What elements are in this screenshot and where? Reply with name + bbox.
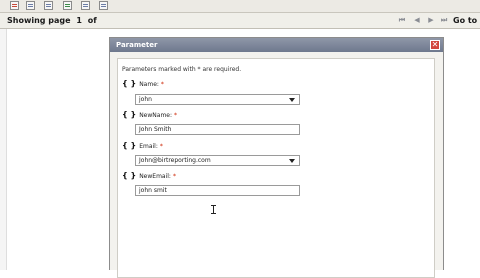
param-label-newemail: { } NewEmail: *: [122, 171, 176, 180]
param-label-name: { } Name: *: [122, 79, 164, 88]
toc-icon[interactable]: [26, 1, 35, 10]
parameter-dialog: Parameter ✕ Parameters marked with * are…: [109, 37, 444, 278]
showing-page-label: Showing page: [7, 16, 71, 25]
export-icon[interactable]: [44, 1, 53, 10]
param-label-email: { } Email: *: [122, 141, 163, 150]
of-label: of: [87, 16, 97, 25]
dialog-title: Parameter: [116, 41, 158, 49]
dialog-titlebar[interactable]: Parameter ✕: [110, 38, 443, 52]
next-page-icon[interactable]: ▶: [427, 17, 435, 24]
email-select[interactable]: John@birtreporting.com: [135, 155, 300, 166]
report-icon[interactable]: [10, 1, 19, 10]
newemail-input[interactable]: john smit: [135, 185, 300, 196]
print-icon[interactable]: [81, 1, 90, 10]
export-data-icon[interactable]: [63, 1, 72, 10]
parameter-icon: { }: [122, 171, 137, 180]
left-gutter: [0, 29, 7, 270]
required-note: Parameters marked with * are required.: [122, 66, 242, 73]
parameter-icon: { }: [122, 141, 137, 150]
print-server-icon[interactable]: [99, 1, 108, 10]
goto-page-label[interactable]: Go to: [453, 16, 477, 25]
text-cursor-icon: [211, 205, 216, 214]
name-select[interactable]: john: [135, 94, 300, 105]
page-number: 1: [76, 16, 82, 25]
first-page-icon[interactable]: ⏮: [398, 17, 406, 24]
dialog-body: Parameters marked with * are required. {…: [117, 58, 435, 278]
page-nav-bar: Showing page 1 of ⏮ ◀ ▶ ⏭ Go to: [0, 13, 480, 29]
previous-page-icon[interactable]: ◀: [413, 17, 421, 24]
param-label-newname: { } NewName: *: [122, 110, 177, 119]
last-page-icon[interactable]: ⏭: [440, 17, 448, 24]
close-icon[interactable]: ✕: [430, 40, 440, 50]
page-status: Showing page 1 of: [7, 16, 100, 25]
newname-input[interactable]: John Smith: [135, 124, 300, 135]
parameter-icon: { }: [122, 110, 137, 119]
report-toolbar: [0, 0, 480, 13]
parameter-icon: { }: [122, 79, 137, 88]
